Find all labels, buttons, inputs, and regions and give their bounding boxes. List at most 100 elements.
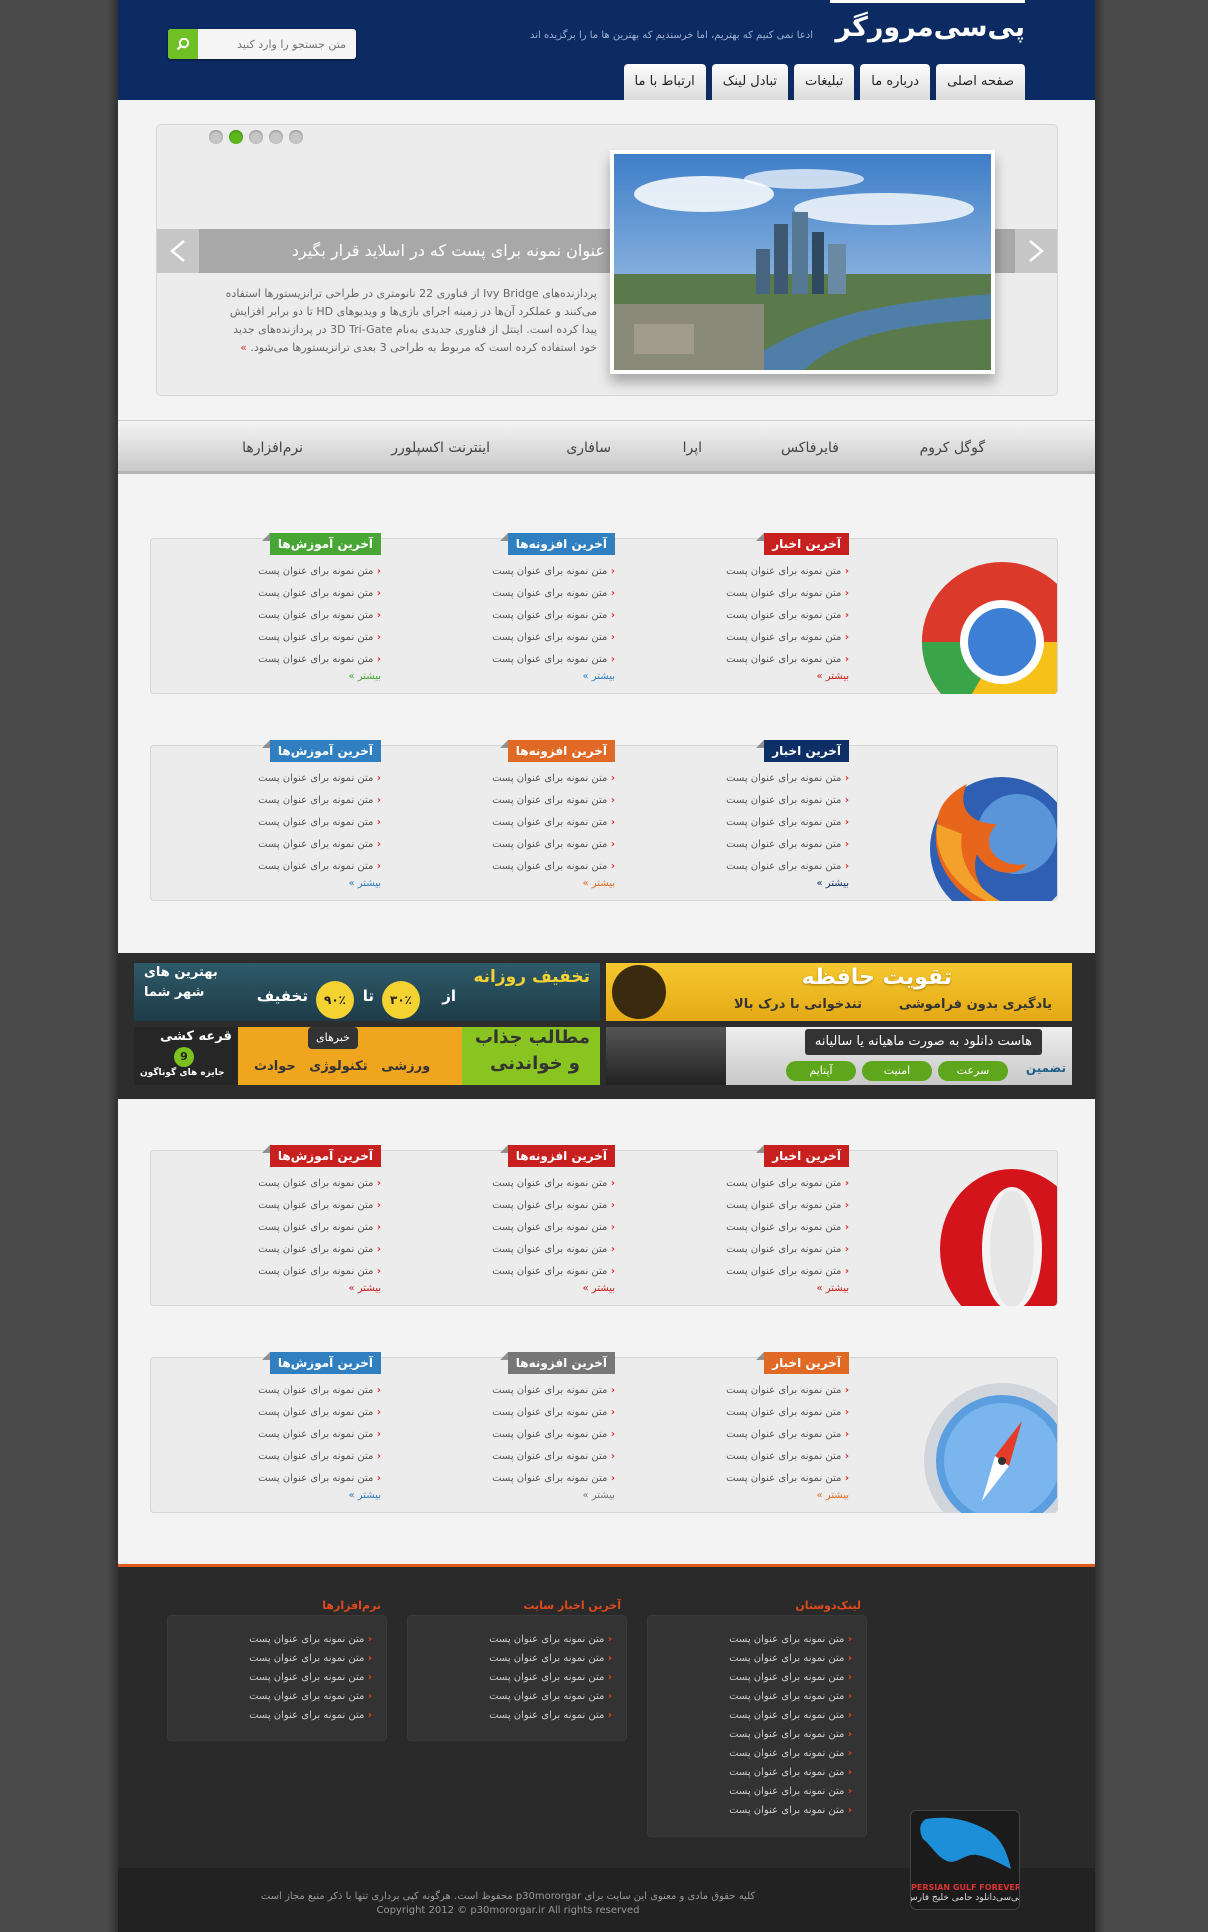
list-item[interactable]: متن نمونه برای عنوان پست xyxy=(649,856,849,878)
site-logo[interactable]: پی‌سی‌مرورگر xyxy=(825,0,1026,54)
slider-next-button[interactable] xyxy=(1015,229,1057,273)
list-item[interactable]: متن نمونه برای عنوان پست xyxy=(649,790,849,812)
list-item[interactable]: متن نمونه برای عنوان پست xyxy=(415,1239,615,1261)
more-link[interactable]: بیشتر » xyxy=(415,878,615,889)
ad-download-host[interactable]: هاست دانلود به صورت ماهیانه یا سالیانه ت… xyxy=(606,1027,1072,1085)
slider-dot[interactable] xyxy=(269,130,283,144)
slider-dot[interactable] xyxy=(209,130,223,144)
slide-more-link[interactable]: » xyxy=(240,341,247,354)
list-item[interactable]: متن نمونه برای عنوان پست xyxy=(649,561,849,583)
nav-tab-contact[interactable]: ارتباط با ما xyxy=(623,64,706,100)
slider-dot-active[interactable] xyxy=(229,130,243,144)
more-link[interactable]: بیشتر » xyxy=(649,671,849,682)
firefox-logo[interactable] xyxy=(907,764,1057,901)
list-item[interactable]: متن نمونه برای عنوان پست xyxy=(168,1630,372,1649)
list-item[interactable]: متن نمونه برای عنوان پست xyxy=(181,1380,381,1402)
list-item[interactable]: متن نمونه برای عنوان پست xyxy=(181,1261,381,1283)
list-item[interactable]: متن نمونه برای عنوان پست xyxy=(415,605,615,627)
list-item[interactable]: متن نمونه برای عنوان پست xyxy=(415,1446,615,1468)
category-software[interactable]: نرم‌افزارها xyxy=(242,421,303,475)
category-chrome[interactable]: گوگل کروم xyxy=(920,421,985,475)
list-item[interactable]: متن نمونه برای عنوان پست xyxy=(181,790,381,812)
slider-prev-button[interactable] xyxy=(157,229,199,273)
list-item[interactable]: متن نمونه برای عنوان پست xyxy=(648,1744,852,1763)
more-link[interactable]: بیشتر » xyxy=(181,1490,381,1501)
list-item[interactable]: متن نمونه برای عنوان پست xyxy=(649,1468,849,1490)
ad-daily-discount[interactable]: تخفیف روزانه از ۳۰٪ تا ۹۰٪ تخفیف بهترین … xyxy=(134,963,600,1021)
more-link[interactable]: بیشتر » xyxy=(415,671,615,682)
list-item[interactable]: متن نمونه برای عنوان پست xyxy=(408,1649,612,1668)
list-item[interactable]: متن نمونه برای عنوان پست xyxy=(181,834,381,856)
list-item[interactable]: متن نمونه برای عنوان پست xyxy=(181,1446,381,1468)
list-item[interactable]: متن نمونه برای عنوان پست xyxy=(181,1468,381,1490)
more-link[interactable]: بیشتر » xyxy=(649,1490,849,1501)
list-item[interactable]: متن نمونه برای عنوان پست xyxy=(415,1217,615,1239)
more-link[interactable]: بیشتر » xyxy=(181,671,381,682)
list-item[interactable]: متن نمونه برای عنوان پست xyxy=(649,834,849,856)
chrome-logo[interactable] xyxy=(907,557,1057,694)
list-item[interactable]: متن نمونه برای عنوان پست xyxy=(648,1668,852,1687)
list-item[interactable]: متن نمونه برای عنوان پست xyxy=(649,627,849,649)
list-item[interactable]: متن نمونه برای عنوان پست xyxy=(415,561,615,583)
list-item[interactable]: متن نمونه برای عنوان پست xyxy=(649,768,849,790)
list-item[interactable]: متن نمونه برای عنوان پست xyxy=(181,649,381,671)
list-item[interactable]: متن نمونه برای عنوان پست xyxy=(649,1217,849,1239)
list-item[interactable]: متن نمونه برای عنوان پست xyxy=(648,1782,852,1801)
more-link[interactable]: بیشتر » xyxy=(181,878,381,889)
list-item[interactable]: متن نمونه برای عنوان پست xyxy=(415,790,615,812)
list-item[interactable]: متن نمونه برای عنوان پست xyxy=(181,768,381,790)
list-item[interactable]: متن نمونه برای عنوان پست xyxy=(181,1173,381,1195)
list-item[interactable]: متن نمونه برای عنوان پست xyxy=(168,1668,372,1687)
list-item[interactable]: متن نمونه برای عنوان پست xyxy=(649,812,849,834)
slider-dot[interactable] xyxy=(289,130,303,144)
list-item[interactable]: متن نمونه برای عنوان پست xyxy=(181,1239,381,1261)
list-item[interactable]: متن نمونه برای عنوان پست xyxy=(649,1402,849,1424)
nav-tab-home[interactable]: صفحه اصلی xyxy=(936,64,1025,100)
slide-image[interactable] xyxy=(610,150,995,374)
list-item[interactable]: متن نمونه برای عنوان پست xyxy=(649,1446,849,1468)
list-item[interactable]: متن نمونه برای عنوان پست xyxy=(649,605,849,627)
list-item[interactable]: متن نمونه برای عنوان پست xyxy=(415,856,615,878)
list-item[interactable]: متن نمونه برای عنوان پست xyxy=(648,1801,852,1820)
list-item[interactable]: متن نمونه برای عنوان پست xyxy=(648,1649,852,1668)
list-item[interactable]: متن نمونه برای عنوان پست xyxy=(415,1173,615,1195)
list-item[interactable]: متن نمونه برای عنوان پست xyxy=(649,1195,849,1217)
list-item[interactable]: متن نمونه برای عنوان پست xyxy=(408,1687,612,1706)
persian-gulf-badge[interactable]: PERSIAN GULF FOREVER پی‌سی‌دانلود حامی خ… xyxy=(910,1810,1020,1910)
list-item[interactable]: متن نمونه برای عنوان پست xyxy=(181,583,381,605)
more-link[interactable]: بیشتر » xyxy=(415,1283,615,1294)
list-item[interactable]: متن نمونه برای عنوان پست xyxy=(648,1687,852,1706)
list-item[interactable]: متن نمونه برای عنوان پست xyxy=(649,1261,849,1283)
list-item[interactable]: متن نمونه برای عنوان پست xyxy=(415,834,615,856)
list-item[interactable]: متن نمونه برای عنوان پست xyxy=(168,1706,372,1725)
list-item[interactable]: متن نمونه برای عنوان پست xyxy=(415,583,615,605)
list-item[interactable]: متن نمونه برای عنوان پست xyxy=(181,856,381,878)
list-item[interactable]: متن نمونه برای عنوان پست xyxy=(415,1380,615,1402)
list-item[interactable]: متن نمونه برای عنوان پست xyxy=(648,1763,852,1782)
list-item[interactable]: متن نمونه برای عنوان پست xyxy=(648,1706,852,1725)
list-item[interactable]: متن نمونه برای عنوان پست xyxy=(415,1261,615,1283)
safari-logo[interactable] xyxy=(907,1376,1057,1513)
list-item[interactable]: متن نمونه برای عنوان پست xyxy=(415,768,615,790)
list-item[interactable]: متن نمونه برای عنوان پست xyxy=(181,605,381,627)
list-item[interactable]: متن نمونه برای عنوان پست xyxy=(181,1195,381,1217)
ad-memory-training[interactable]: تقویت حافظه تندخوانی با درک بالا یادگیری… xyxy=(606,963,1072,1021)
slide-title[interactable]: عنوان نمونه برای پست که در اسلاید قرار ب… xyxy=(292,229,605,273)
category-opera[interactable]: اپرا xyxy=(683,421,702,475)
list-item[interactable]: متن نمونه برای عنوان پست xyxy=(181,1402,381,1424)
nav-tab-link-exchange[interactable]: تبادل لینک xyxy=(711,64,789,100)
search-input[interactable] xyxy=(200,29,350,59)
list-item[interactable]: متن نمونه برای عنوان پست xyxy=(181,1217,381,1239)
list-item[interactable]: متن نمونه برای عنوان پست xyxy=(649,1239,849,1261)
list-item[interactable]: متن نمونه برای عنوان پست xyxy=(181,812,381,834)
list-item[interactable]: متن نمونه برای عنوان پست xyxy=(648,1725,852,1744)
more-link[interactable]: بیشتر » xyxy=(415,1490,615,1501)
list-item[interactable]: متن نمونه برای عنوان پست xyxy=(415,1468,615,1490)
list-item[interactable]: متن نمونه برای عنوان پست xyxy=(168,1649,372,1668)
ad-news-lottery[interactable]: قرعه کشی 9 جایزه های گوناگون خبرهای ورزش… xyxy=(134,1027,600,1085)
opera-logo[interactable] xyxy=(907,1169,1057,1306)
nav-tab-about[interactable]: درباره ما xyxy=(860,64,931,100)
search-button[interactable] xyxy=(168,29,198,59)
more-link[interactable]: بیشتر » xyxy=(649,1283,849,1294)
list-item[interactable]: متن نمونه برای عنوان پست xyxy=(415,649,615,671)
